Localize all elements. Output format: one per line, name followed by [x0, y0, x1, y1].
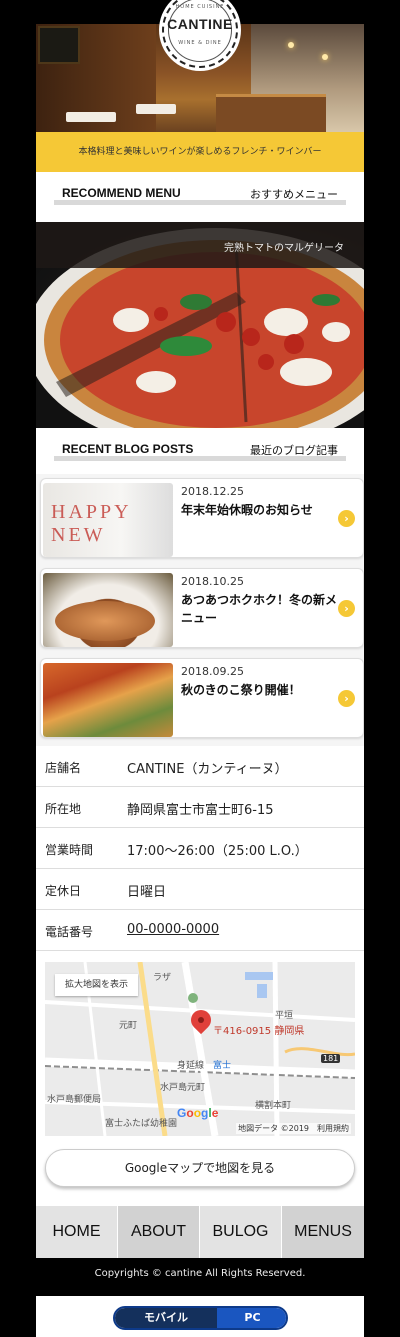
blog-post-date: 2018.12.25: [181, 485, 244, 498]
hero-lamp: [288, 42, 294, 48]
blog-list: HAPPY NEW 2018.12.25 年末年始休暇のお知らせ › 2018.…: [36, 474, 364, 746]
map-label: ラザ: [153, 973, 172, 983]
map-label: 横割本町: [255, 1101, 292, 1111]
blog-thumbnail-happy-new: HAPPY NEW: [43, 483, 173, 557]
blog-heading-jp: 最近のブログ記事: [250, 444, 338, 457]
blog-post-title[interactable]: あつあつホクホク！冬の新メニュー: [181, 591, 341, 627]
blog-post-card[interactable]: HAPPY NEW 2018.12.25 年末年始休暇のお知らせ ›: [40, 478, 364, 558]
info-row-phone: 電話番号 00-0000-0000: [36, 910, 364, 951]
info-key: 所在地: [45, 802, 82, 816]
cantine-logo[interactable]: HOME CUISINE CANTINE WINE & DINE: [162, 0, 238, 72]
nav-about[interactable]: ABOUT: [118, 1206, 200, 1258]
blog-heading-en: RECENT BLOG POSTS: [62, 442, 194, 456]
map-address-label: 〒416-0915 静岡県: [213, 1026, 305, 1037]
recommend-pizza-image[interactable]: 完熟トマトのマルゲリータ: [36, 222, 364, 428]
info-value: 17:00〜26:00（25:00 L.O.）: [127, 844, 308, 859]
tagline: 本格料理と美味しいワインが楽しめるフレンチ・ワインバー: [36, 132, 364, 172]
recommend-heading: RECOMMEND MENU おすすめメニュー: [36, 172, 364, 222]
open-google-maps-button[interactable]: Googleマップで地図を見る: [45, 1149, 355, 1187]
copyright: Copyrights © cantine All Rights Reserved…: [94, 1268, 306, 1279]
chevron-right-icon[interactable]: ›: [338, 690, 355, 707]
pc-view-button[interactable]: PC: [217, 1308, 286, 1328]
nav-blog[interactable]: BULOG: [200, 1206, 282, 1258]
thumb-text: HAPPY NEW: [51, 501, 131, 546]
map-footer[interactable]: 地図データ ©2019 利用規約: [236, 1123, 351, 1134]
map-section: 拡大地図を表示 ラザ 元町 平垣 身延線 富士 水戸島元町 水戸島郵便局 横割本…: [36, 952, 364, 1206]
map-label: 水戸島郵便局: [47, 1095, 102, 1105]
hero-chalkboard: [38, 26, 80, 64]
blog-thumbnail-copper-pot: [43, 573, 173, 647]
map-label: 水戸島元町: [160, 1083, 206, 1093]
map-label: 平垣: [275, 1011, 294, 1021]
blog-post-title[interactable]: 秋のきのこ祭り開催！: [181, 681, 341, 699]
blog-post-card[interactable]: 2018.09.25 秋のきのこ祭り開催！ ›: [40, 658, 364, 738]
blog-heading: RECENT BLOG POSTS 最近のブログ記事: [36, 428, 364, 474]
info-row-hours: 営業時間 17:00〜26:00（25:00 L.O.）: [36, 828, 364, 869]
pot-icon: [55, 601, 155, 641]
route-badge: 181: [321, 1054, 341, 1063]
recommend-caption: 完熟トマトのマルゲリータ: [224, 243, 344, 254]
mobile-view-button[interactable]: モバイル: [115, 1308, 217, 1328]
hero-table: [136, 104, 176, 114]
phone-link[interactable]: 00-0000-0000: [127, 922, 219, 937]
logo-subtitle-bottom: WINE & DINE: [178, 40, 222, 46]
logo-subtitle-top: HOME CUISINE: [175, 4, 225, 10]
info-value: CANTINE（カンティーヌ）: [127, 762, 288, 777]
hero-table: [66, 112, 116, 122]
chevron-right-icon[interactable]: ›: [338, 600, 355, 617]
recommend-heading-jp: おすすめメニュー: [250, 188, 338, 201]
nav-home[interactable]: HOME: [36, 1206, 118, 1258]
info-key: 電話番号: [45, 925, 94, 939]
info-row-name: 店舗名 CANTINE（カンティーヌ）: [36, 746, 364, 787]
chevron-right-icon[interactable]: ›: [338, 510, 355, 527]
view-toggle: モバイル PC: [113, 1306, 288, 1330]
info-value: 静岡県富士市富士町6-15: [127, 803, 274, 818]
enlarge-map-button[interactable]: 拡大地図を表示: [55, 974, 139, 996]
recommend-heading-en: RECOMMEND MENU: [62, 186, 181, 200]
info-key: 定休日: [45, 884, 82, 898]
hero-bar-counter: [216, 94, 326, 132]
shop-info-table: 店舗名 CANTINE（カンティーヌ） 所在地 静岡県富士市富士町6-15 営業…: [36, 746, 364, 952]
map-label: 富士ふたば幼稚園: [105, 1119, 178, 1129]
blog-post-title[interactable]: 年末年始休暇のお知らせ: [181, 501, 341, 519]
bottom-nav: HOME ABOUT BULOG MENUS: [36, 1206, 364, 1258]
blog-thumbnail-autumn: [43, 663, 173, 737]
info-value: 日曜日: [127, 885, 167, 900]
map-label: 富士: [213, 1061, 232, 1071]
info-row-closed: 定休日 日曜日: [36, 869, 364, 910]
blog-post-date: 2018.09.25: [181, 665, 244, 678]
google-map[interactable]: 拡大地図を表示 ラザ 元町 平垣 身延線 富士 水戸島元町 水戸島郵便局 横割本…: [45, 962, 355, 1136]
blog-post-date: 2018.10.25: [181, 575, 244, 588]
nav-menus[interactable]: MENUS: [282, 1206, 364, 1258]
google-logo: Google: [177, 1106, 219, 1120]
info-row-address: 所在地 静岡県富士市富士町6-15: [36, 787, 364, 828]
map-label: 身延線: [177, 1061, 205, 1071]
map-label: 元町: [119, 1021, 138, 1031]
logo-name: CANTINE: [167, 16, 233, 32]
info-key: 店舗名: [45, 761, 82, 775]
view-switch: モバイル PC: [36, 1296, 364, 1337]
blog-post-card[interactable]: 2018.10.25 あつあつホクホク！冬の新メニュー ›: [40, 568, 364, 648]
info-key: 営業時間: [45, 843, 94, 857]
hero-lamp: [322, 54, 328, 60]
